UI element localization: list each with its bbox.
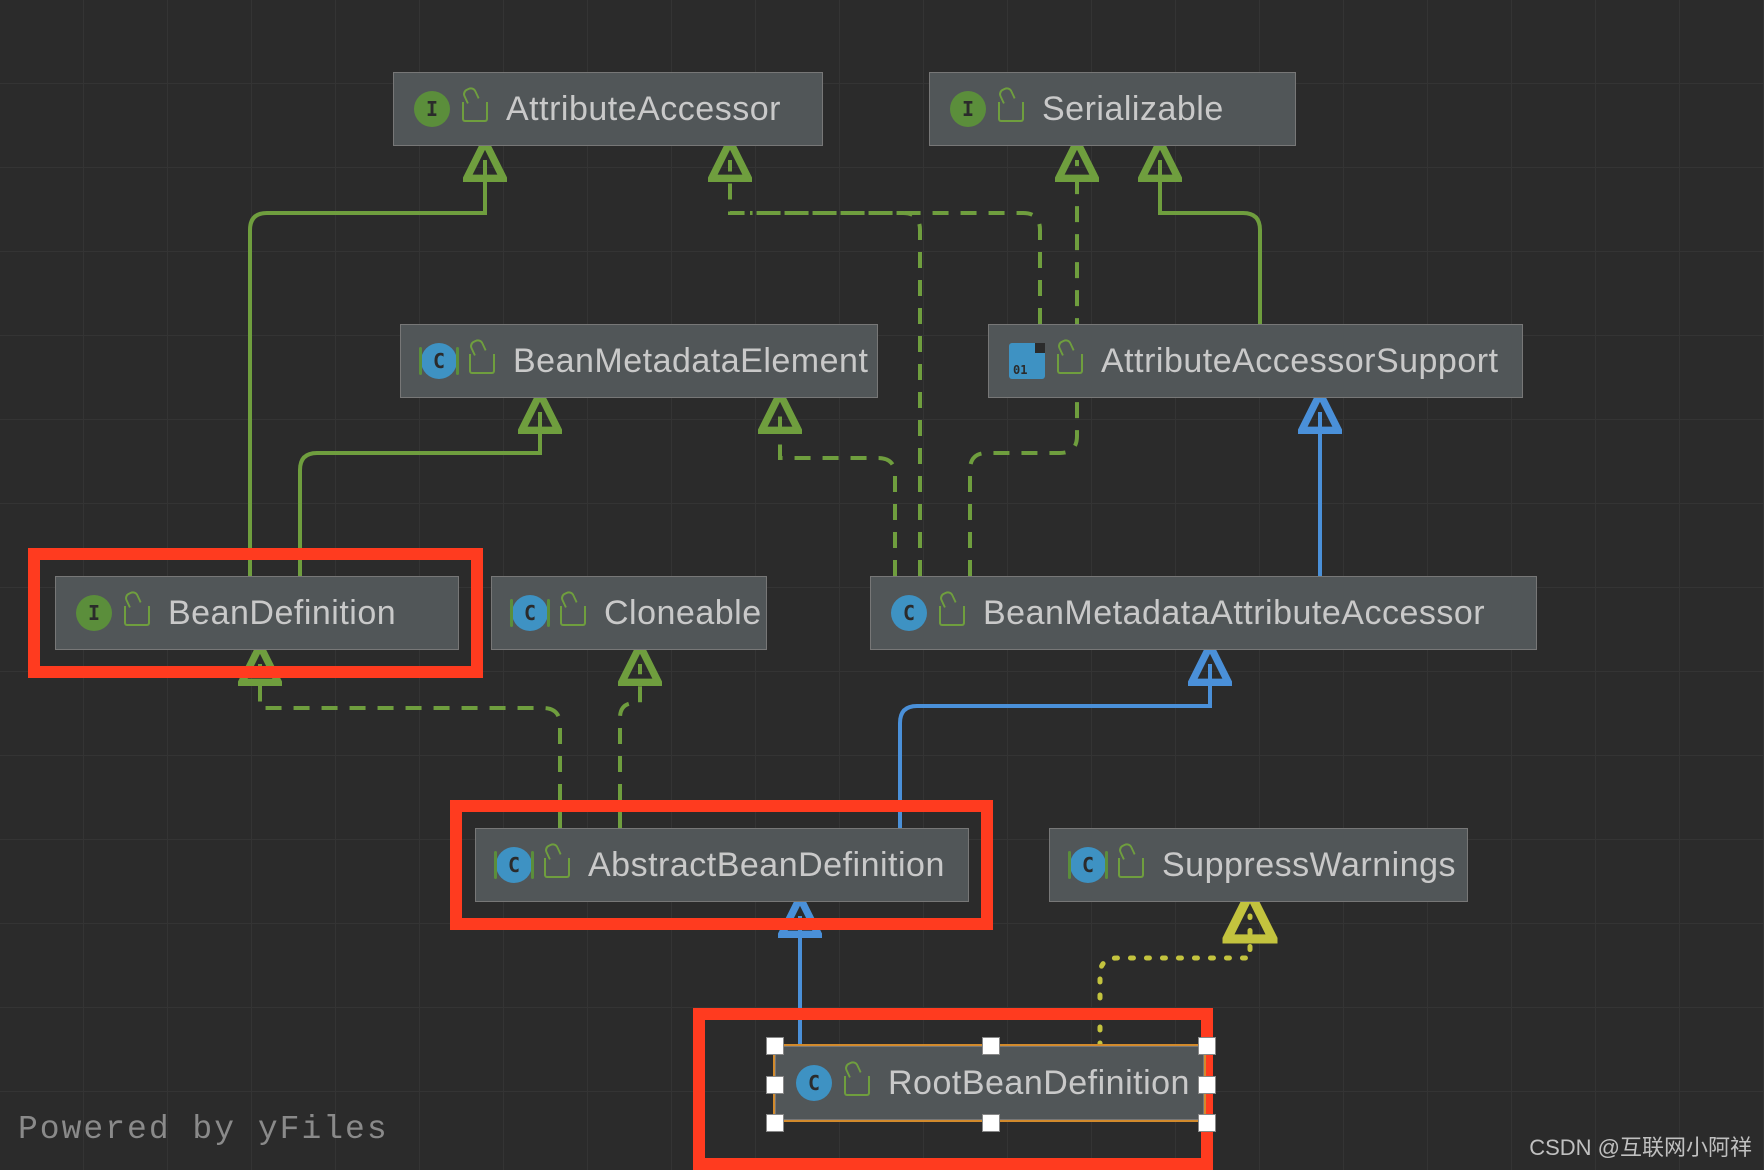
class-icon: C [496, 847, 532, 883]
interface-icon: I [76, 595, 112, 631]
resize-handle[interactable] [766, 1114, 784, 1132]
node-rootbeandefinition[interactable]: C RootBeanDefinition [775, 1046, 1204, 1120]
class-icon: C [891, 595, 927, 631]
lock-icon [124, 606, 150, 626]
resize-handle[interactable] [766, 1076, 784, 1094]
node-label: AbstractBeanDefinition [588, 846, 945, 885]
node-attributeaccessorsupport[interactable]: AttributeAccessorSupport [988, 324, 1523, 398]
class-icon: C [512, 595, 548, 631]
watermark: CSDN @互联网小阿祥 [1529, 1130, 1752, 1162]
resize-handle[interactable] [982, 1114, 1000, 1132]
node-label: BeanMetadataAttributeAccessor [983, 594, 1485, 633]
powered-by-label: Powered by yFiles [18, 1111, 389, 1148]
node-beandefinition[interactable]: I BeanDefinition [55, 576, 459, 650]
class-icon: C [421, 343, 457, 379]
interface-icon: I [950, 91, 986, 127]
resize-handle[interactable] [1198, 1037, 1216, 1055]
node-beanmetadataelement[interactable]: C BeanMetadataElement [400, 324, 878, 398]
lock-icon [560, 606, 586, 626]
node-beanmetadataattributeaccessor[interactable]: C BeanMetadataAttributeAccessor [870, 576, 1537, 650]
class-icon: C [1070, 847, 1106, 883]
node-suppresswarnings[interactable]: C SuppressWarnings [1049, 828, 1468, 902]
node-label: BeanMetadataElement [513, 342, 868, 381]
node-label: RootBeanDefinition [888, 1064, 1190, 1103]
node-label: SuppressWarnings [1162, 846, 1456, 885]
lock-icon [939, 606, 965, 626]
resize-handle[interactable] [982, 1037, 1000, 1055]
interface-icon: I [414, 91, 450, 127]
node-serializable[interactable]: I Serializable [929, 72, 1296, 146]
resize-handle[interactable] [1198, 1076, 1216, 1094]
lock-icon [469, 354, 495, 374]
lock-icon [462, 102, 488, 122]
node-label: Cloneable [604, 594, 762, 633]
node-label: AttributeAccessorSupport [1101, 342, 1499, 381]
resize-handle[interactable] [766, 1037, 784, 1055]
node-label: Serializable [1042, 90, 1224, 129]
resize-handle[interactable] [1198, 1114, 1216, 1132]
node-abstractbeandefinition[interactable]: C AbstractBeanDefinition [475, 828, 969, 902]
lock-icon [1118, 858, 1144, 878]
node-attributeaccessor[interactable]: I AttributeAccessor [393, 72, 823, 146]
file-icon [1009, 343, 1045, 379]
class-icon: C [796, 1065, 832, 1101]
lock-icon [998, 102, 1024, 122]
lock-icon [844, 1076, 870, 1096]
node-label: AttributeAccessor [506, 90, 781, 129]
lock-icon [544, 858, 570, 878]
node-label: BeanDefinition [168, 594, 396, 633]
lock-icon [1057, 354, 1083, 374]
node-cloneable[interactable]: C Cloneable [491, 576, 767, 650]
